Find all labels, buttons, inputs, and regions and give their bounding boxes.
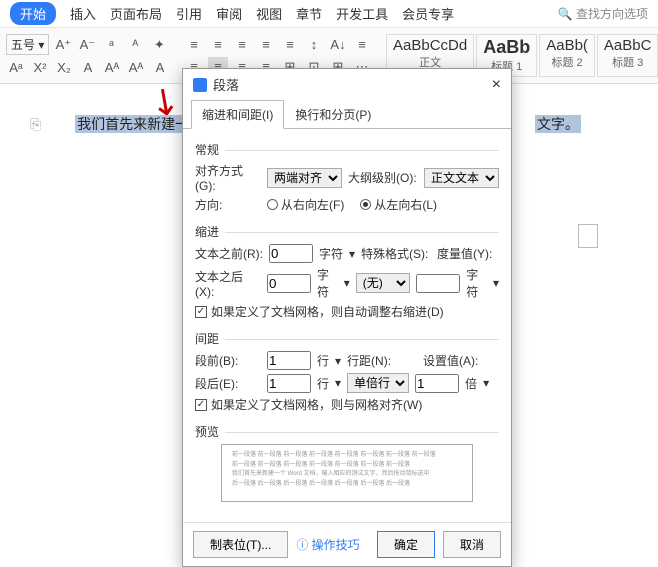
radio-rtl[interactable]: 从右向左(F) — [267, 196, 344, 213]
menu-tab-member[interactable]: 会员专享 — [402, 4, 454, 23]
align-select[interactable]: 两端对齐 — [267, 168, 342, 188]
font-color-icon[interactable]: Aᵃ — [6, 57, 26, 77]
font-size-select[interactable]: 五号 ▾ — [6, 34, 49, 55]
dialog-title: 段落 — [213, 75, 239, 94]
sort-icon[interactable]: A↓ — [328, 35, 348, 55]
selected-text-tail: 文字。 — [535, 115, 581, 133]
close-icon[interactable]: × — [492, 76, 501, 94]
phonetic-icon[interactable]: Aᴬ — [126, 57, 146, 77]
tab-line-page[interactable]: 换行和分页(P) — [284, 100, 382, 129]
numbering-icon[interactable]: ≡ — [208, 35, 228, 55]
align-label: 对齐方式(G): — [195, 162, 261, 193]
search-hint[interactable]: 🔍 查找方向选项 — [558, 5, 648, 22]
clear-format-icon[interactable]: ᴬ — [125, 35, 145, 55]
group-preview: 预览 前一段落 前一段落 前一段落 前一段落 前一段落 前一段落 前一段落 前一… — [195, 423, 499, 502]
grow-font-icon[interactable]: A⁺ — [53, 35, 73, 55]
superscript-icon[interactable]: X² — [30, 57, 50, 77]
selected-text: 我们首先来新建一 — [75, 115, 191, 133]
snap-grid-checkbox[interactable]: ✓如果定义了文档网格，则与网格对齐(W) — [195, 396, 422, 413]
dialog-body: 常规 对齐方式(G): 两端对齐 大纲级别(O): 正文文本 方向: 从右向左(… — [183, 128, 511, 522]
menu-tab-start[interactable]: 开始 — [10, 2, 56, 25]
special-select[interactable]: (无) — [356, 273, 410, 293]
dialog-titlebar: 段落 × — [183, 69, 511, 100]
font-group: 五号 ▾ A⁺ A⁻ ᵃ ᴬ ✦ Aᵃ X² X₂ A Aᴬ Aᴬ A — [6, 34, 170, 77]
line-spacing-icon[interactable]: ↕ — [304, 35, 324, 55]
app-icon — [193, 78, 207, 92]
menu-tab-dev[interactable]: 开发工具 — [336, 4, 388, 23]
indent-before-input[interactable] — [269, 244, 313, 263]
direction-label: 方向: — [195, 196, 261, 213]
line-spacing-label: 行距(N): — [347, 352, 417, 369]
unit-label: 字符 — [317, 266, 338, 300]
menu-tab-ref[interactable]: 引用 — [176, 4, 202, 23]
group-title: 缩进 — [195, 223, 499, 240]
indent-after-input[interactable] — [267, 274, 311, 293]
at-label: 设置值(A): — [423, 352, 478, 369]
space-after-label: 段后(E): — [195, 375, 261, 392]
group-title: 常规 — [195, 141, 499, 158]
at-input[interactable] — [415, 374, 459, 393]
subscript-icon[interactable]: X₂ — [54, 57, 74, 77]
tips-link[interactable]: ⓘ 操作技巧 — [296, 536, 359, 553]
highlight-icon[interactable]: ✦ — [149, 35, 169, 55]
auto-indent-checkbox[interactable]: ✓如果定义了文档网格，则自动调整右缩进(D) — [195, 303, 444, 320]
group-spacing: 间距 段前(B): 行▾ 行距(N): 设置值(A): 段后(E): 行▾ 单倍… — [195, 330, 499, 413]
char-border-icon[interactable]: Aᴬ — [102, 57, 122, 77]
preview-area: 前一段落 前一段落 前一段落 前一段落 前一段落 前一段落 前一段落 前一段落 … — [221, 444, 473, 502]
menu-tab-section[interactable]: 章节 — [296, 4, 322, 23]
space-after-input[interactable] — [267, 374, 311, 393]
paste-options-icon[interactable] — [578, 224, 598, 248]
main-menu: 开始 插入 页面布局 引用 审阅 视图 章节 开发工具 会员专享 🔍 查找方向选… — [0, 0, 658, 28]
unit-label: 行 — [317, 375, 329, 392]
menu-tab-review[interactable]: 审阅 — [216, 4, 242, 23]
shrink-font-icon[interactable]: A⁻ — [77, 35, 97, 55]
indent-before-label: 文本之前(R): — [195, 245, 263, 262]
tab-indent-spacing[interactable]: 缩进和间距(I) — [191, 100, 284, 129]
by-input[interactable] — [416, 274, 460, 293]
dialog-footer: 制表位(T)... ⓘ 操作技巧 确定 取消 — [183, 522, 511, 566]
radio-ltr[interactable]: 从左向右(L) — [360, 196, 437, 213]
page-break-icon: ⎘ — [30, 116, 41, 132]
group-general: 常规 对齐方式(G): 两端对齐 大纲级别(O): 正文文本 方向: 从右向左(… — [195, 141, 499, 213]
decrease-indent-icon[interactable]: ≡ — [256, 35, 276, 55]
menu-tab-insert[interactable]: 插入 — [70, 4, 96, 23]
unit-label: 字符 — [466, 266, 487, 300]
tabs-button[interactable]: 制表位(T)... — [193, 531, 288, 558]
group-title: 间距 — [195, 330, 499, 347]
unit-label: 行 — [317, 352, 329, 369]
unit-label: 字符 — [319, 245, 343, 262]
show-marks-icon[interactable]: ≡ — [352, 35, 372, 55]
by-label: 度量值(Y): — [437, 245, 492, 262]
style-h2[interactable]: AaBb(标题 2 — [539, 34, 595, 77]
outline-label: 大纲级别(O): — [348, 169, 418, 186]
menu-tab-layout[interactable]: 页面布局 — [110, 4, 162, 23]
group-title: 预览 — [195, 423, 499, 440]
menu-tab-view[interactable]: 视图 — [256, 4, 282, 23]
multilevel-icon[interactable]: ≡ — [232, 35, 252, 55]
indent-after-label: 文本之后(X): — [195, 268, 261, 299]
case-icon[interactable]: ᵃ — [101, 35, 121, 55]
line-spacing-select[interactable]: 单倍行距 — [347, 373, 409, 393]
enclose-icon[interactable]: A — [150, 57, 170, 77]
increase-indent-icon[interactable]: ≡ — [280, 35, 300, 55]
char-shading-icon[interactable]: A — [78, 57, 98, 77]
dialog-tabs: 缩进和间距(I) 换行和分页(P) — [183, 100, 511, 129]
outline-select[interactable]: 正文文本 — [424, 168, 499, 188]
style-h3[interactable]: AaBbC标题 3 — [597, 34, 658, 77]
ok-button[interactable]: 确定 — [377, 531, 435, 558]
cancel-button[interactable]: 取消 — [443, 531, 501, 558]
bullets-icon[interactable]: ≡ — [184, 35, 204, 55]
paragraph-dialog: 段落 × 缩进和间距(I) 换行和分页(P) 常规 对齐方式(G): 两端对齐 … — [182, 68, 512, 567]
group-indent: 缩进 文本之前(R): 字符▾ 特殊格式(S): 度量值(Y): 文本之后(X)… — [195, 223, 499, 320]
special-label: 特殊格式(S): — [361, 245, 431, 262]
space-before-label: 段前(B): — [195, 352, 261, 369]
unit-label: 倍 — [465, 375, 477, 392]
search-text: 查找方向选项 — [576, 7, 648, 21]
space-before-input[interactable] — [267, 351, 311, 370]
